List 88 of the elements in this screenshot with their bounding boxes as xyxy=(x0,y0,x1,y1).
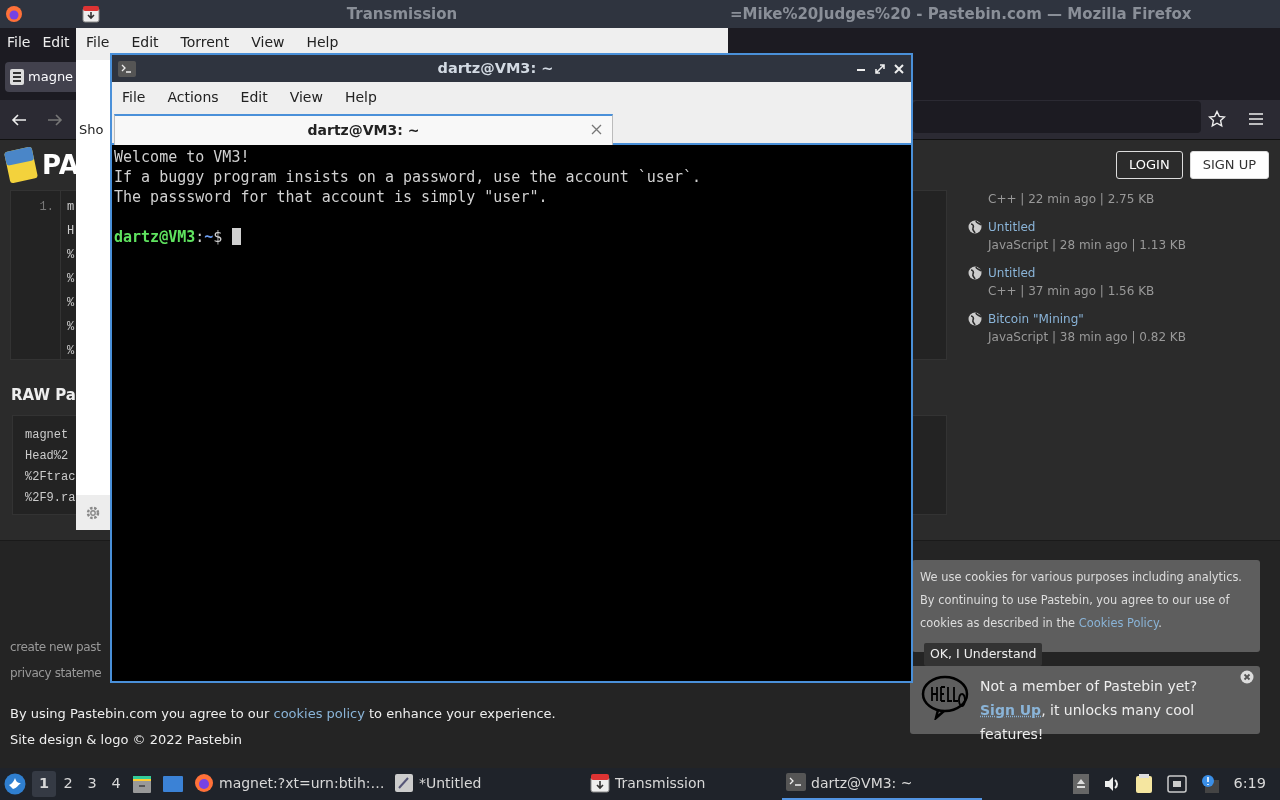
menu-item[interactable]: Edit xyxy=(131,32,159,56)
terminal-icon xyxy=(786,773,806,793)
code-line: %2Ftrac xyxy=(25,469,76,484)
back-icon[interactable] xyxy=(10,111,28,128)
menu-item[interactable]: Torrent xyxy=(180,32,230,56)
code-line: % xyxy=(67,296,75,310)
paste-meta: JavaScript | 38 min ago | 0.82 KB xyxy=(988,329,1186,346)
eject-icon[interactable] xyxy=(1073,774,1090,794)
cursor-icon xyxy=(232,228,242,245)
clipboard-icon[interactable] xyxy=(1135,774,1154,794)
menu-item[interactable]: Help xyxy=(344,87,377,107)
bookmark-star-icon[interactable] xyxy=(1208,110,1226,128)
menu-item[interactable]: File xyxy=(122,87,146,107)
code-line: % xyxy=(67,272,75,286)
terminal-icon xyxy=(118,60,136,77)
paste-link[interactable]: Untitled xyxy=(988,218,1186,236)
forward-icon[interactable] xyxy=(46,111,64,128)
menu-item[interactable]: Actions xyxy=(167,87,219,107)
site-notice: By using Pastebin.com you agree to our cookies policy to enhance your experience. xyxy=(10,706,556,721)
quill-icon xyxy=(394,773,414,793)
menu-item[interactable]: Edit xyxy=(42,31,70,53)
window-title: dartz@VM3: ~ xyxy=(437,58,554,78)
footer-link[interactable]: privacy stateme xyxy=(10,665,102,680)
menu-item[interactable]: View xyxy=(251,32,285,56)
signup-button[interactable]: SIGN UP xyxy=(1189,151,1269,179)
code-line: magnet xyxy=(25,427,69,442)
window-title: =Mike%20Judges%20 - Pastebin.com — Mozilla Firefox xyxy=(730,3,1192,25)
code-line: m xyxy=(67,200,75,214)
copyright-text: Site design & logo © 2022 Pastebin xyxy=(10,731,243,747)
shell-prompt: dartz@VM3:~$ xyxy=(114,228,223,246)
taskbar-button[interactable]: dartz@VM3: ~ xyxy=(782,768,982,800)
login-button[interactable]: LOGIN xyxy=(1115,151,1183,179)
desktop-icon[interactable] xyxy=(162,775,184,793)
menu-item[interactable]: File xyxy=(7,31,31,53)
network-icon[interactable] xyxy=(1167,775,1188,793)
cookie-notice: We use cookies for various purposes including analytics. By continuing to use Pastebin, you agree to our use of cookies as described in the Cookies Policy. xyxy=(920,569,1243,632)
globe-icon xyxy=(968,312,982,326)
terminal-output: If a buggy program insists on a password, use the account `user`. xyxy=(114,168,701,186)
taskbar-button[interactable]: *Untitled xyxy=(390,768,586,800)
terminal-tab[interactable]: dartz@VM3: ~ xyxy=(114,114,613,145)
site-logo-text[interactable]: PA xyxy=(42,145,79,185)
paste-meta: C++ | 22 min ago | 2.75 KB xyxy=(988,191,1155,208)
cookies-policy-link[interactable]: cookies policy xyxy=(273,706,365,721)
taskbar-button[interactable]: Transmission xyxy=(586,768,782,800)
workspace-button[interactable]: 4 xyxy=(104,771,128,797)
logo-icon xyxy=(4,146,38,184)
code-line: Head%2 xyxy=(25,448,69,463)
close-icon[interactable] xyxy=(1240,670,1254,684)
signup-prompt-text: Not a member of Pastebin yet? Sign Up, it unlocks many cool features! xyxy=(980,677,1199,744)
globe-icon xyxy=(968,266,982,280)
menu-icon[interactable] xyxy=(1248,112,1264,126)
workspace-button[interactable]: 2 xyxy=(56,771,80,797)
maximize-icon[interactable] xyxy=(874,62,886,75)
globe-icon xyxy=(968,220,982,234)
browser-tab[interactable]: magne xyxy=(5,62,76,92)
notification-icon[interactable] xyxy=(1201,774,1220,794)
filter-label: Sho xyxy=(79,122,104,137)
window-title: Transmission xyxy=(346,3,458,25)
footer-link[interactable]: create new past xyxy=(10,640,101,654)
code-line: %2F9.ra xyxy=(25,490,76,505)
transmission-icon xyxy=(590,773,610,793)
code-line: % xyxy=(67,248,75,262)
menu-item[interactable]: Help xyxy=(306,32,339,56)
menu-item[interactable]: Edit xyxy=(240,87,268,107)
section-heading: RAW Pa xyxy=(11,386,76,404)
workspace-button[interactable]: 3 xyxy=(80,771,104,797)
paste-link[interactable]: Bitcoin "Mining" xyxy=(988,310,1186,328)
code-line: % xyxy=(67,320,75,334)
clock: 6:19 xyxy=(1233,774,1266,794)
paste-link[interactable]: Untitled xyxy=(988,264,1155,282)
firefox-icon xyxy=(194,773,214,793)
terminal-output: The passsword for that account is simply "user". xyxy=(114,188,548,206)
taskbar-button[interactable]: magnet:?xt=urn:btih:… xyxy=(190,768,390,800)
start-menu-icon[interactable] xyxy=(4,773,26,795)
paste-meta: C++ | 37 min ago | 1.56 KB xyxy=(988,283,1155,300)
firefox-icon xyxy=(5,5,23,23)
menu-item[interactable]: View xyxy=(289,87,323,107)
code-line: H xyxy=(67,224,75,238)
paste-meta: JavaScript | 28 min ago | 1.13 KB xyxy=(988,237,1186,254)
file-cabinet-icon[interactable] xyxy=(132,774,152,794)
accept-cookies-button[interactable]: OK, I Understand xyxy=(924,643,1043,666)
code-line: % xyxy=(67,344,75,358)
menu-item[interactable]: File xyxy=(86,32,110,56)
workspace-button[interactable]: 1 xyxy=(32,771,56,797)
transmission-icon xyxy=(82,5,100,23)
line-number: 1. xyxy=(38,199,54,216)
hello-speech-bubble-icon xyxy=(920,674,970,720)
terminal-output: Welcome to VM3! xyxy=(114,148,250,166)
